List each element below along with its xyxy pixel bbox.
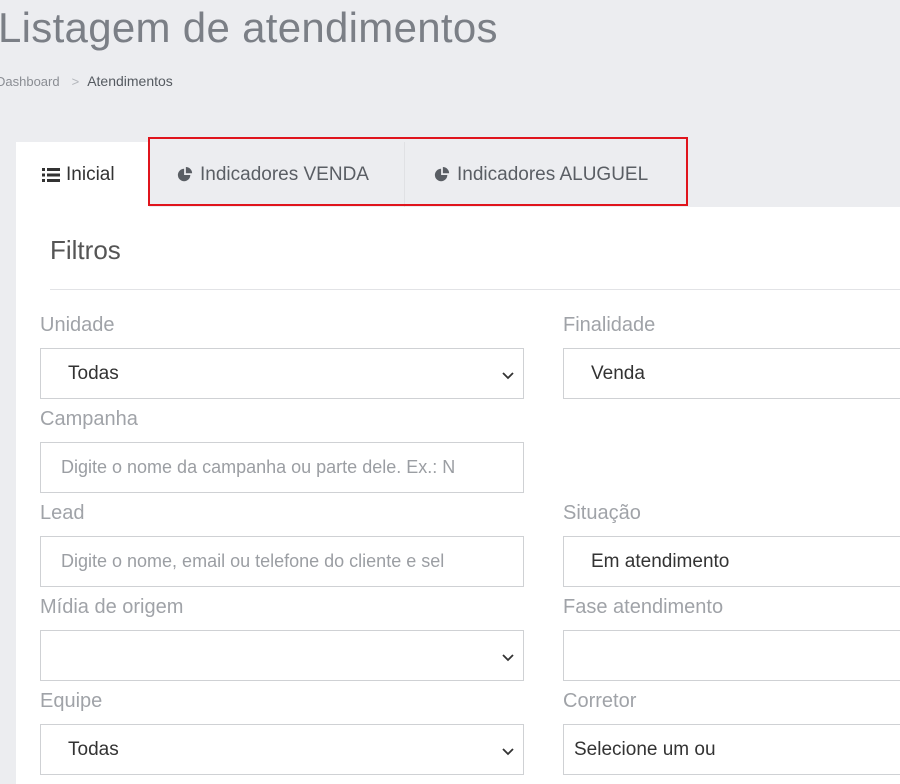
tab-indicadores-aluguel[interactable]: Indicadores ALUGUEL xyxy=(405,142,687,208)
lead-input[interactable]: Digite o nome, email ou telefone do clie… xyxy=(40,536,524,587)
tab-inicial-label: Inicial xyxy=(66,164,115,185)
tab-inicial[interactable]: Inicial xyxy=(16,142,149,208)
breadcrumb-dashboard-link[interactable]: Dashboard xyxy=(0,74,60,89)
tab-indicadores-venda[interactable]: Indicadores VENDA xyxy=(149,142,405,208)
corretor-label: Corretor xyxy=(563,690,637,712)
chevron-down-icon xyxy=(501,649,515,663)
tab-aluguel-label: Indicadores ALUGUEL xyxy=(457,164,649,185)
breadcrumb: Dashboard > Atendimentos xyxy=(0,73,173,89)
unidade-value: Todas xyxy=(68,362,119,384)
fase-label: Fase atendimento xyxy=(563,596,724,618)
list-icon xyxy=(42,167,60,183)
finalidade-value: Venda xyxy=(591,362,645,384)
pie-chart-icon xyxy=(176,167,194,183)
corretor-placeholder: Selecione um ou xyxy=(574,738,716,760)
tab-venda-label: Indicadores VENDA xyxy=(200,164,369,185)
equipe-select[interactable]: Todas xyxy=(40,724,524,775)
unidade-label: Unidade xyxy=(40,314,115,336)
equipe-value: Todas xyxy=(68,738,119,760)
situacao-value: Em atendimento xyxy=(591,550,730,572)
situacao-label: Situação xyxy=(563,502,641,524)
campanha-input[interactable]: Digite o nome da campanha ou parte dele.… xyxy=(40,442,524,493)
divider xyxy=(50,289,900,290)
breadcrumb-separator: > xyxy=(71,73,80,89)
midia-select[interactable] xyxy=(40,630,524,681)
midia-label: Mídia de origem xyxy=(40,596,184,618)
chevron-down-icon xyxy=(501,367,515,381)
finalidade-select[interactable]: Venda xyxy=(563,348,900,399)
chevron-down-icon xyxy=(501,743,515,757)
equipe-label: Equipe xyxy=(40,690,103,712)
finalidade-label: Finalidade xyxy=(563,314,656,336)
fase-select[interactable] xyxy=(563,630,900,681)
corretor-multiselect[interactable]: Selecione um ou xyxy=(563,724,900,775)
lead-label: Lead xyxy=(40,502,85,524)
panel-title: Filtros xyxy=(50,235,121,265)
campanha-placeholder: Digite o nome da campanha ou parte dele.… xyxy=(61,457,456,477)
campanha-label: Campanha xyxy=(40,408,138,430)
tab-bar: Inicial Indicadores VENDA Indicadores AL… xyxy=(16,142,687,208)
filters-panel: Filtros Unidade Todas Finalidade Venda C… xyxy=(16,207,900,784)
unidade-select[interactable]: Todas xyxy=(40,348,524,399)
page-title: Listagem de atendimentos xyxy=(0,4,498,51)
breadcrumb-current: Atendimentos xyxy=(87,73,173,89)
lead-placeholder: Digite o nome, email ou telefone do clie… xyxy=(61,551,445,571)
pie-chart-icon xyxy=(433,167,451,183)
situacao-select[interactable]: Em atendimento xyxy=(563,536,900,587)
